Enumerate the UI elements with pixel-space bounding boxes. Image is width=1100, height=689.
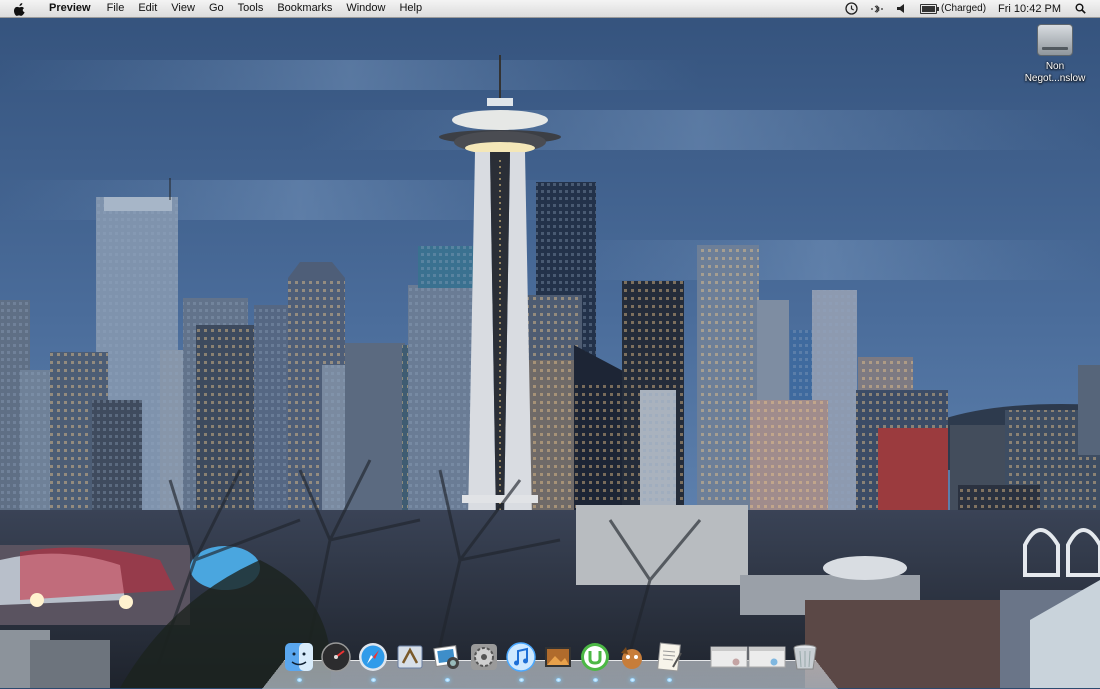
trash-icon <box>789 641 821 673</box>
menu-window[interactable]: Window <box>339 0 392 17</box>
menu-help[interactable]: Help <box>392 0 429 17</box>
menu-clock[interactable]: Fri 10:42 PM <box>998 3 1061 15</box>
disk-label-line1: Non <box>1020 61 1090 73</box>
minimized-window-2-icon <box>748 645 786 669</box>
menu-go[interactable]: Go <box>202 0 231 17</box>
menu-edit[interactable]: Edit <box>131 0 164 17</box>
seattle-skyline-image <box>0 0 1100 688</box>
itunes-running-indicator <box>519 678 524 682</box>
apple-logo-icon <box>14 2 26 16</box>
menu-bar: Preview File Edit View Go Tools Bookmark… <box>0 0 1100 18</box>
iphoto-icon <box>431 641 463 673</box>
finder-running-indicator <box>297 678 302 682</box>
volume-icon <box>896 3 908 14</box>
dock-iphoto[interactable] <box>430 640 464 674</box>
spotlight-search-icon <box>1075 3 1086 14</box>
safari-running-indicator <box>371 678 376 682</box>
menu-file[interactable]: File <box>100 0 132 17</box>
system-preferences-icon <box>468 641 500 673</box>
spotlight-menu[interactable] <box>1075 3 1086 14</box>
dock-adium[interactable] <box>615 640 649 674</box>
bluetooth-menu[interactable] <box>870 4 884 14</box>
disk-label-line2: Negot...nslow <box>1020 73 1090 85</box>
dock-textedit[interactable] <box>652 640 686 674</box>
desktop-wallpaper <box>0 0 1100 688</box>
textedit-running-indicator <box>667 678 672 682</box>
adium-icon <box>616 641 648 673</box>
dock-photo-slideshow[interactable] <box>541 640 575 674</box>
mail-icon <box>394 641 426 673</box>
menu-view[interactable]: View <box>164 0 202 17</box>
utorrent-icon <box>579 641 611 673</box>
itunes-icon <box>505 641 537 673</box>
time-machine-icon <box>845 2 858 15</box>
dock-itunes[interactable] <box>504 640 538 674</box>
dock-utorrent[interactable] <box>578 640 612 674</box>
battery-status-text: (Charged) <box>941 3 986 14</box>
menu-bookmarks[interactable]: Bookmarks <box>270 0 339 17</box>
menu-tools[interactable]: Tools <box>231 0 271 17</box>
photo-slideshow-running-indicator <box>556 678 561 682</box>
safari-icon <box>357 641 389 673</box>
app-menu-preview[interactable]: Preview <box>42 0 100 17</box>
finder-icon <box>283 641 315 673</box>
dock-minimized-window-2[interactable] <box>748 640 786 674</box>
dock-mail[interactable] <box>393 640 427 674</box>
dock-minimized-window-1[interactable] <box>710 640 748 674</box>
battery-menu[interactable]: (Charged) <box>920 3 986 14</box>
dock-trash[interactable] <box>788 640 822 674</box>
dock-dashboard[interactable] <box>319 640 353 674</box>
hard-disk-icon <box>1037 24 1073 56</box>
dock-finder[interactable] <box>282 640 316 674</box>
volume-menu[interactable] <box>896 3 908 14</box>
desktop-disk-icon[interactable]: Non Negot...nslow <box>1020 24 1090 85</box>
iphoto-running-indicator <box>445 678 450 682</box>
minimized-window-1-icon <box>710 645 748 669</box>
adium-running-indicator <box>630 678 635 682</box>
textedit-icon <box>653 641 685 673</box>
dock-safari[interactable] <box>356 640 390 674</box>
dock-system-preferences[interactable] <box>467 640 501 674</box>
photo-slideshow-icon <box>542 641 574 673</box>
dock <box>262 638 838 688</box>
dashboard-icon <box>320 641 352 673</box>
battery-icon <box>920 4 937 14</box>
bluetooth-icon <box>870 4 884 14</box>
utorrent-running-indicator <box>593 678 598 682</box>
time-machine-menu[interactable] <box>845 2 858 15</box>
apple-menu[interactable] <box>12 0 28 17</box>
